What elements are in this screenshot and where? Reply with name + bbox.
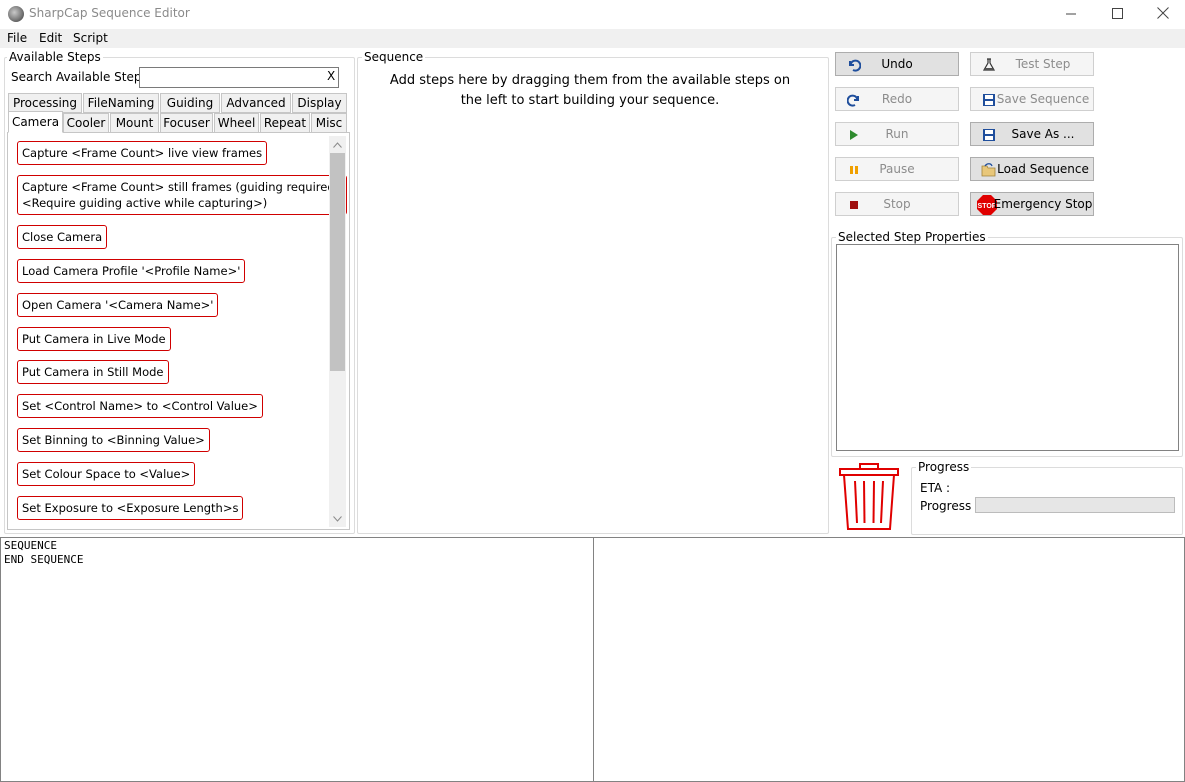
minimize-icon <box>1065 8 1077 22</box>
eta-label: ETA : <box>920 481 951 495</box>
step-item-capture-live[interactable]: Capture <Frame Count> live view frames <box>17 141 268 165</box>
test-step-label: Test Step <box>1015 57 1071 71</box>
close-icon <box>1157 7 1169 22</box>
sequence-group[interactable] <box>357 57 829 534</box>
redo-button[interactable]: Redo <box>835 87 959 111</box>
app-logo-icon <box>8 6 24 22</box>
step-item-close-camera[interactable]: Close Camera <box>17 225 108 249</box>
tab-advanced[interactable]: Advanced <box>221 93 291 113</box>
trash-icon[interactable] <box>838 463 900 531</box>
progress-label: Progress : <box>920 499 980 513</box>
minimize-button[interactable] <box>1048 0 1094 29</box>
step-item-set-binning[interactable]: Set Binning to <Binning Value> <box>17 428 210 452</box>
emergency-stop-label: Emergency Stop <box>993 197 1093 211</box>
pause-label: Pause <box>879 162 915 176</box>
sequence-hint: Add steps here by dragging them from the… <box>380 71 800 111</box>
tab-filenaming[interactable]: FileNaming <box>83 93 159 113</box>
save-sequence-button[interactable]: Save Sequence <box>970 87 1094 111</box>
step-item-load-camera-profile[interactable]: Load Camera Profile '<Profile Name>' <box>17 259 246 283</box>
save-sequence-label: Save Sequence <box>996 92 1090 106</box>
pause-button[interactable]: Pause <box>835 157 959 181</box>
search-label: Search Available Steps <box>11 70 148 84</box>
tab-camera[interactable]: Camera <box>8 111 63 133</box>
redo-label: Redo <box>881 92 913 106</box>
undo-label: Undo <box>881 57 913 71</box>
script-pane[interactable]: SEQUENCE END SEQUENCE <box>0 537 594 782</box>
sequence-hint-line2: the left to start building your sequence… <box>460 93 720 108</box>
output-pane[interactable] <box>593 537 1185 782</box>
load-sequence-button[interactable]: Load Sequence <box>970 157 1094 181</box>
step-properties-box[interactable] <box>836 244 1179 451</box>
tab-mount[interactable]: Mount <box>110 113 159 133</box>
step-item-live-mode[interactable]: Put Camera in Live Mode <box>17 327 171 351</box>
run-button[interactable]: Run <box>835 122 959 146</box>
emergency-stop-button[interactable]: STOP Emergency Stop <box>970 192 1094 216</box>
search-clear-button[interactable]: X <box>327 69 335 83</box>
close-window-button[interactable] <box>1140 0 1185 29</box>
step-item-set-exposure[interactable]: Set Exposure to <Exposure Length>s <box>17 496 244 520</box>
tab-guiding[interactable]: Guiding <box>160 93 220 113</box>
test-step-button[interactable]: Test Step <box>970 52 1094 76</box>
tab-processing[interactable]: Processing <box>8 93 82 113</box>
load-sequence-label: Load Sequence <box>997 162 1089 176</box>
menu-bar: File Edit Script <box>0 29 1185 48</box>
run-label: Run <box>885 127 909 141</box>
scroll-down-icon[interactable] <box>329 510 346 527</box>
menu-file[interactable]: File <box>7 31 27 45</box>
maximize-icon <box>1111 7 1123 22</box>
available-steps-title: Available Steps <box>7 50 103 64</box>
step-item-set-control[interactable]: Set <Control Name> to <Control Value> <box>17 394 263 418</box>
stop-label: Stop <box>883 197 911 211</box>
sequence-hint-line1: Add steps here by dragging them from the… <box>389 73 791 88</box>
step-item-still-mode[interactable]: Put Camera in Still Mode <box>17 360 169 384</box>
tab-misc[interactable]: Misc <box>311 113 347 133</box>
step-item-set-colour-space[interactable]: Set Colour Space to <Value> <box>17 462 196 486</box>
window-title: SharpCap Sequence Editor <box>29 6 190 20</box>
tab-wheel[interactable]: Wheel <box>214 113 259 133</box>
tab-focuser[interactable]: Focuser <box>160 113 213 133</box>
tab-display[interactable]: Display <box>292 93 347 113</box>
search-input[interactable] <box>139 67 339 88</box>
step-properties-title: Selected Step Properties <box>836 230 988 244</box>
undo-button[interactable]: Undo <box>835 52 959 76</box>
save-as-button[interactable]: Save As ... <box>970 122 1094 146</box>
steps-scrollbar[interactable] <box>329 136 346 527</box>
progress-bar <box>975 497 1175 513</box>
step-item-capture-still[interactable]: Capture <Frame Count> still frames (guid… <box>17 175 348 215</box>
step-item-open-camera[interactable]: Open Camera '<Camera Name>' <box>17 293 219 317</box>
scroll-up-icon[interactable] <box>329 136 346 153</box>
sequence-title: Sequence <box>362 50 426 64</box>
menu-edit[interactable]: Edit <box>39 31 62 45</box>
tab-cooler[interactable]: Cooler <box>63 113 109 133</box>
tab-repeat[interactable]: Repeat <box>260 113 310 133</box>
save-as-label: Save As ... <box>1011 127 1075 141</box>
menu-script[interactable]: Script <box>73 31 108 45</box>
title-bar: SharpCap Sequence Editor <box>0 0 1185 29</box>
progress-title: Progress <box>916 460 972 474</box>
stop-button[interactable]: Stop <box>835 192 959 216</box>
maximize-button[interactable] <box>1094 0 1140 29</box>
scroll-thumb[interactable] <box>330 153 345 371</box>
